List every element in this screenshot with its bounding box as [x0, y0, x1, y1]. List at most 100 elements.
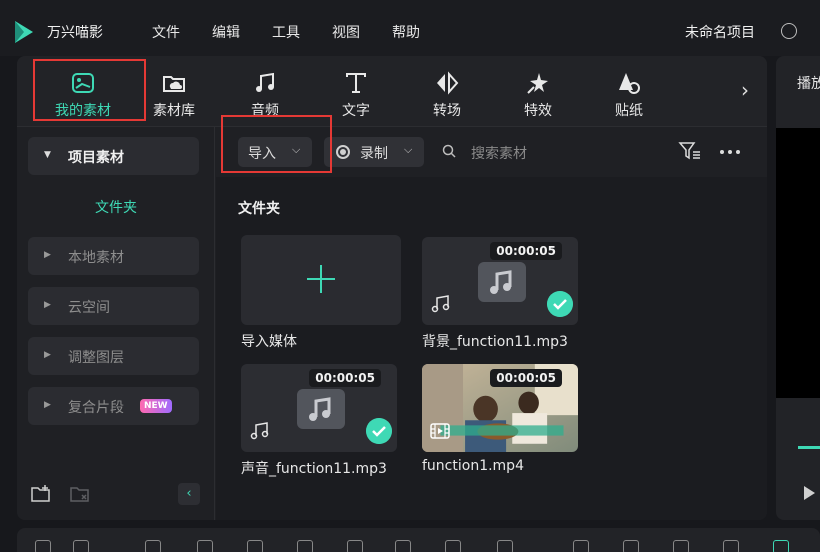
added-check-icon	[366, 418, 392, 444]
menu-view[interactable]: 视图	[332, 22, 360, 42]
progress-bar[interactable]	[798, 446, 820, 449]
effects-icon	[527, 73, 548, 94]
tab-text[interactable]: 文字	[311, 56, 401, 127]
new-badge: NEW	[140, 399, 172, 413]
sidebar-item-label: 云空间	[68, 300, 110, 316]
tab-label: 贴纸	[615, 103, 643, 119]
toolbar-more-arrow[interactable]: ›	[741, 78, 749, 102]
sidebar-item-project-media[interactable]: ▼ 项目素材	[28, 137, 199, 175]
filter-icon[interactable]	[678, 141, 702, 161]
search-input[interactable]: 搜索素材	[471, 143, 527, 163]
duration-badge: 00:00:05	[309, 369, 381, 387]
color-icon[interactable]	[573, 540, 589, 552]
record-label: 录制	[360, 146, 388, 162]
caret-right-icon: ▶	[44, 400, 51, 410]
tab-label: 音频	[251, 103, 279, 119]
app-name: 万兴喵影	[47, 25, 103, 41]
app-logo-icon	[15, 21, 33, 43]
tab-label: 素材库	[153, 103, 195, 119]
audio-thumbnail	[478, 262, 526, 302]
media-item-audio[interactable]: 00:00:05	[241, 364, 397, 452]
import-dropdown[interactable]: 导入 ⌵	[238, 137, 312, 167]
media-item-audio[interactable]: 00:00:05	[422, 237, 578, 325]
delete-icon[interactable]	[247, 540, 263, 552]
collapse-sidebar-button[interactable]: ‹	[178, 483, 200, 505]
sticker-icon	[619, 73, 640, 94]
new-folder-icon[interactable]	[31, 485, 51, 503]
plus-icon	[307, 265, 335, 293]
sidebar-item-label: 复合片段	[68, 400, 124, 416]
play-icon[interactable]	[804, 486, 815, 500]
transition-icon	[437, 71, 459, 95]
menu-tools[interactable]: 工具	[272, 22, 300, 42]
import-media-card[interactable]	[241, 235, 401, 325]
music-note-icon	[490, 270, 512, 294]
audio-tool-icon[interactable]	[623, 540, 639, 552]
tab-label: 我的素材	[55, 103, 111, 119]
caret-right-icon: ▶	[44, 350, 51, 360]
media-item-video[interactable]: 00:00:05	[422, 364, 578, 452]
stock-media-icon	[163, 76, 185, 92]
tab-my-media[interactable]: 我的素材	[38, 56, 128, 127]
duration-badge: 00:00:05	[490, 242, 562, 260]
media-item-label: 背景_function11.mp3	[422, 334, 568, 350]
timeline-toolbar	[17, 528, 820, 552]
search-icon	[442, 144, 456, 158]
chevron-down-icon: ⌵	[404, 143, 413, 156]
select-icon[interactable]	[73, 540, 89, 552]
content-toolbar: 导入 ⌵ 录制 ⌵ 搜索素材	[216, 127, 767, 177]
audio-thumbnail	[297, 389, 345, 429]
record-tool-icon[interactable]	[445, 540, 461, 552]
sidebar-item-cloud[interactable]: ▶ 云空间	[28, 287, 199, 325]
menu-file[interactable]: 文件	[152, 22, 180, 42]
menu-edit[interactable]: 编辑	[212, 22, 240, 42]
tab-stock-media[interactable]: 素材库	[129, 56, 219, 127]
undo-icon[interactable]	[145, 540, 161, 552]
media-toolbar: 我的素材 素材库 音频 文字 转场 特效 贴纸 ›	[17, 56, 767, 127]
audio-type-icon	[431, 295, 450, 313]
more-options-icon[interactable]	[719, 149, 741, 155]
sidebar-item-local-media[interactable]: ▶ 本地素材	[28, 237, 199, 275]
tab-label: 特效	[524, 103, 552, 119]
caret-right-icon: ▶	[44, 250, 51, 260]
save-status-icon[interactable]	[781, 23, 797, 39]
added-check-icon	[547, 291, 573, 317]
caret-down-icon: ▼	[44, 150, 51, 160]
media-item-label: function1.mp4	[422, 458, 524, 474]
video-type-icon	[430, 423, 450, 439]
media-sidebar: ▼ 项目素材 文件夹 ▶ 本地素材 ▶ 云空间 ▶ 调整图层 ▶ 复合片段 NE…	[17, 127, 215, 520]
record-dropdown[interactable]: 录制 ⌵	[324, 137, 424, 167]
sidebar-item-compound-clip[interactable]: ▶ 复合片段 NEW	[28, 387, 199, 425]
caret-right-icon: ▶	[44, 300, 51, 310]
tab-effects[interactable]: 特效	[493, 56, 583, 127]
tab-player[interactable]: 播放	[797, 73, 820, 93]
sidebar-item-folder[interactable]: 文件夹	[17, 197, 215, 217]
tab-label: 转场	[433, 103, 461, 119]
layout-icon[interactable]	[35, 540, 51, 552]
section-title: 文件夹	[238, 201, 280, 217]
duration-badge: 00:00:05	[490, 369, 562, 387]
tab-audio[interactable]: 音频	[220, 56, 310, 127]
sidebar-item-adjustment-layer[interactable]: ▶ 调整图层	[28, 337, 199, 375]
sidebar-item-label: 项目素材	[68, 150, 124, 166]
text-tool-icon[interactable]	[395, 540, 411, 552]
ai-icon[interactable]	[773, 540, 789, 552]
media-content: 导入 ⌵ 录制 ⌵ 搜索素材 文件夹 导入媒体 00:00:05 背景_func…	[216, 127, 767, 520]
media-panel: 我的素材 素材库 音频 文字 转场 特效 贴纸 › ▼ 项目素材 文件夹 ▶ 本…	[17, 56, 767, 520]
delete-folder-icon[interactable]	[70, 485, 90, 503]
crop-icon[interactable]	[347, 540, 363, 552]
menu-help[interactable]: 帮助	[392, 22, 420, 42]
media-item-label: 导入媒体	[241, 334, 297, 350]
tab-transition[interactable]: 转场	[402, 56, 492, 127]
title-bar: 万兴喵影 文件 编辑 工具 视图 帮助 未命名项目	[0, 0, 820, 56]
list-icon[interactable]	[723, 540, 739, 552]
redo-icon[interactable]	[197, 540, 213, 552]
mic-icon[interactable]	[673, 540, 689, 552]
my-media-icon	[72, 73, 94, 93]
import-label: 导入	[248, 146, 276, 162]
tab-stickers[interactable]: 贴纸	[584, 56, 674, 127]
cut-icon[interactable]	[297, 540, 313, 552]
media-item-label: 声音_function11.mp3	[241, 461, 387, 477]
speed-icon[interactable]	[497, 540, 513, 552]
project-name[interactable]: 未命名项目	[685, 22, 755, 42]
